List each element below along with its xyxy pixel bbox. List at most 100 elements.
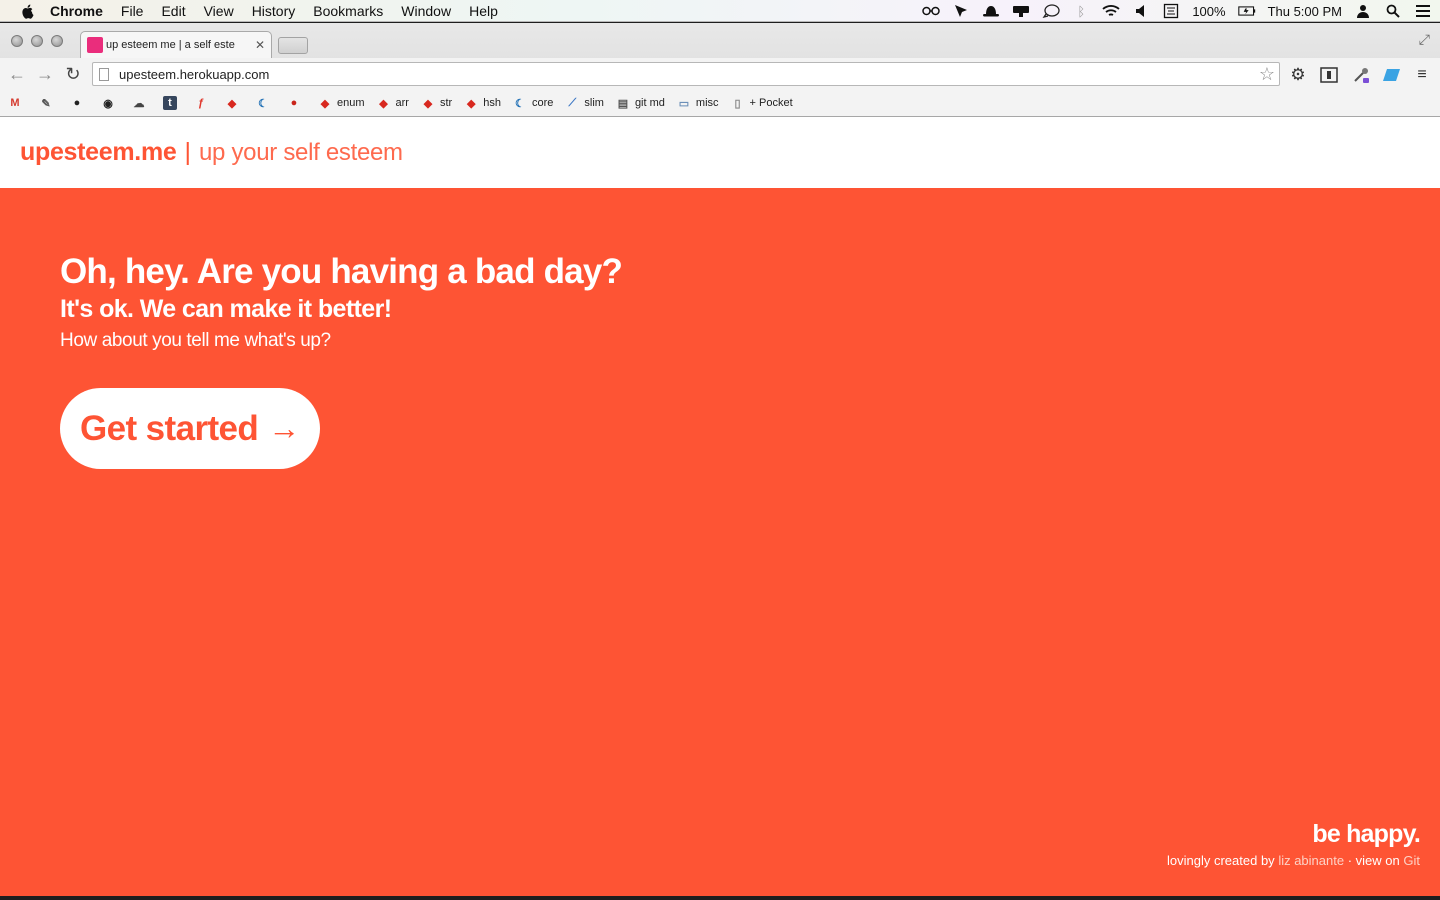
window-bottom-edge	[0, 896, 1440, 900]
bookmark-item[interactable]: ☁	[132, 96, 151, 110]
cloud-icon: ☁	[133, 97, 145, 110]
tab-close-icon[interactable]: ✕	[255, 38, 265, 52]
back-arrow-icon[interactable]: ←	[7, 64, 27, 85]
page-icon: ▯	[734, 97, 741, 110]
volume-icon[interactable]	[1132, 3, 1150, 19]
bookmark-label: hsh	[483, 97, 501, 109]
chrome-menu-icon[interactable]: ≡	[1413, 66, 1431, 84]
close-window-button[interactable]	[11, 35, 23, 47]
hero-section: Oh, hey. Are you having a bad day? It's …	[60, 252, 623, 352]
bookmark-item[interactable]: ●	[287, 96, 306, 110]
battery-icon[interactable]	[1237, 3, 1256, 19]
bookmark-label: core	[531, 97, 554, 109]
bookmark-item[interactable]: ◆ hsh	[464, 96, 501, 110]
menu-history[interactable]: History	[252, 3, 296, 19]
bookmark-item[interactable]: ◆ arr	[377, 96, 409, 110]
footer-credits: lovingly created by liz abinante · view …	[1167, 853, 1420, 868]
chat-bubble-icon[interactable]	[1042, 3, 1060, 19]
eyedropper-extension-icon[interactable]	[1352, 66, 1370, 84]
display-menu-icon[interactable]	[1012, 3, 1030, 19]
get-started-label: Get started	[80, 408, 259, 448]
bookmark-item[interactable]: ◆	[225, 96, 244, 110]
cursor-icon[interactable]	[952, 3, 970, 19]
footer-mid: · view on	[1347, 853, 1400, 868]
site-header: upesteem.me | up your self esteem	[0, 117, 1440, 188]
bookmark-item[interactable]: M	[8, 96, 27, 110]
bookmark-star-icon[interactable]: ☆	[1259, 64, 1275, 85]
new-tab-button[interactable]	[278, 37, 308, 54]
bookmark-item[interactable]: ✎	[39, 96, 58, 110]
github-circle-icon: ●	[73, 97, 81, 109]
bookmark-label: arr	[395, 97, 409, 109]
foursquare-icon: ƒ	[197, 97, 205, 109]
user-icon[interactable]	[1354, 3, 1372, 19]
battery-percent: 100%	[1192, 3, 1226, 19]
blue-extension-icon[interactable]	[1383, 66, 1401, 84]
menu-help[interactable]: Help	[469, 3, 498, 19]
bookmark-item[interactable]: ◉	[101, 96, 120, 110]
notification-center-icon[interactable]	[1414, 3, 1432, 19]
forward-arrow-icon[interactable]: →	[35, 64, 55, 85]
site-brand-link[interactable]: upesteem.me	[20, 138, 177, 167]
menu-file[interactable]: File	[121, 3, 144, 19]
bookmark-item[interactable]: ƒ	[194, 96, 213, 110]
minimize-window-button[interactable]	[31, 35, 43, 47]
bookmark-item[interactable]: ▭ misc	[677, 96, 719, 110]
macos-menu-bar: Chrome File Edit View History Bookmarks …	[0, 0, 1440, 22]
site-tagline: up your self esteem	[199, 138, 403, 166]
bookmark-item[interactable]: ☾ core	[513, 96, 553, 110]
browser-window-frame: up esteem me | a self este ✕ ⤢ ← → ↻ upe…	[0, 23, 1440, 117]
git-link[interactable]: Git	[1403, 853, 1420, 868]
menu-app-name[interactable]: Chrome	[50, 3, 103, 19]
glasses-icon[interactable]	[922, 3, 941, 19]
menubar-clock[interactable]: Thu 5:00 PM	[1268, 4, 1342, 19]
footer-prefix: lovingly created by	[1167, 853, 1275, 868]
ruby-icon: ◆	[320, 97, 330, 110]
input-source-icon[interactable]	[1162, 3, 1180, 19]
bookmark-item[interactable]: ⟋ slim	[565, 96, 604, 110]
menu-bookmarks[interactable]: Bookmarks	[313, 3, 383, 19]
hero-prompt: How about you tell me what's up?	[60, 330, 331, 351]
site-footer: be happy. lovingly created by liz abinan…	[1167, 820, 1421, 868]
address-bar-url[interactable]: upesteem.herokuapp.com	[119, 67, 1279, 82]
bookmark-item[interactable]: t	[163, 96, 182, 110]
browser-tab-active[interactable]: up esteem me | a self este ✕	[80, 31, 272, 58]
tab-favicon-icon	[87, 37, 103, 53]
bookmark-label: + Pocket	[749, 97, 793, 109]
tumblr-icon: t	[163, 96, 177, 110]
reload-icon[interactable]: ↻	[63, 64, 83, 85]
ruby-icon: ◆	[379, 97, 388, 110]
menu-window[interactable]: Window	[401, 3, 451, 19]
bowler-hat-icon[interactable]	[982, 3, 1000, 19]
tab-title: up esteem me | a self este	[106, 39, 235, 51]
hero-subtitle: It's ok. We can make it better!	[60, 295, 392, 323]
bookmark-label: enum	[337, 97, 365, 109]
bookmark-item[interactable]: ▯ + Pocket	[731, 96, 793, 110]
page-info-icon[interactable]	[99, 67, 109, 81]
bookmark-item[interactable]: ▤ git md	[616, 96, 665, 110]
bookmark-label: misc	[695, 97, 719, 109]
bookmark-item[interactable]: ◆ enum	[318, 96, 365, 110]
fullscreen-icon[interactable]: ⤢	[1419, 31, 1430, 48]
bookmarklet-icon: ✎	[41, 97, 51, 110]
menu-view[interactable]: View	[204, 3, 234, 19]
bookmark-label: git md	[634, 97, 665, 109]
address-bar[interactable]: upesteem.herokuapp.com ☆	[92, 62, 1280, 86]
bookmark-item[interactable]: ☾	[256, 96, 275, 110]
folder-icon: ▭	[678, 97, 690, 110]
apple-menu-icon[interactable]	[20, 3, 36, 19]
extension-film-icon[interactable]	[1320, 66, 1338, 84]
get-started-button[interactable]: Get started →	[60, 388, 320, 469]
settings-gear-icon[interactable]: ⚙	[1289, 65, 1307, 84]
bluetooth-icon[interactable]: ᛒ	[1072, 3, 1090, 19]
author-link[interactable]: liz abinante	[1278, 853, 1344, 868]
bookmark-label: str	[439, 97, 453, 109]
bookmark-item[interactable]: ◆ str	[421, 96, 452, 110]
ruby-icon: ◆	[423, 97, 433, 110]
spotlight-search-icon[interactable]	[1384, 3, 1402, 19]
menu-edit[interactable]: Edit	[161, 3, 185, 19]
bookmark-item[interactable]: ●	[70, 96, 89, 110]
wifi-icon[interactable]	[1102, 3, 1120, 19]
zoom-window-button[interactable]	[51, 35, 63, 47]
brand-separator: |	[184, 138, 192, 166]
